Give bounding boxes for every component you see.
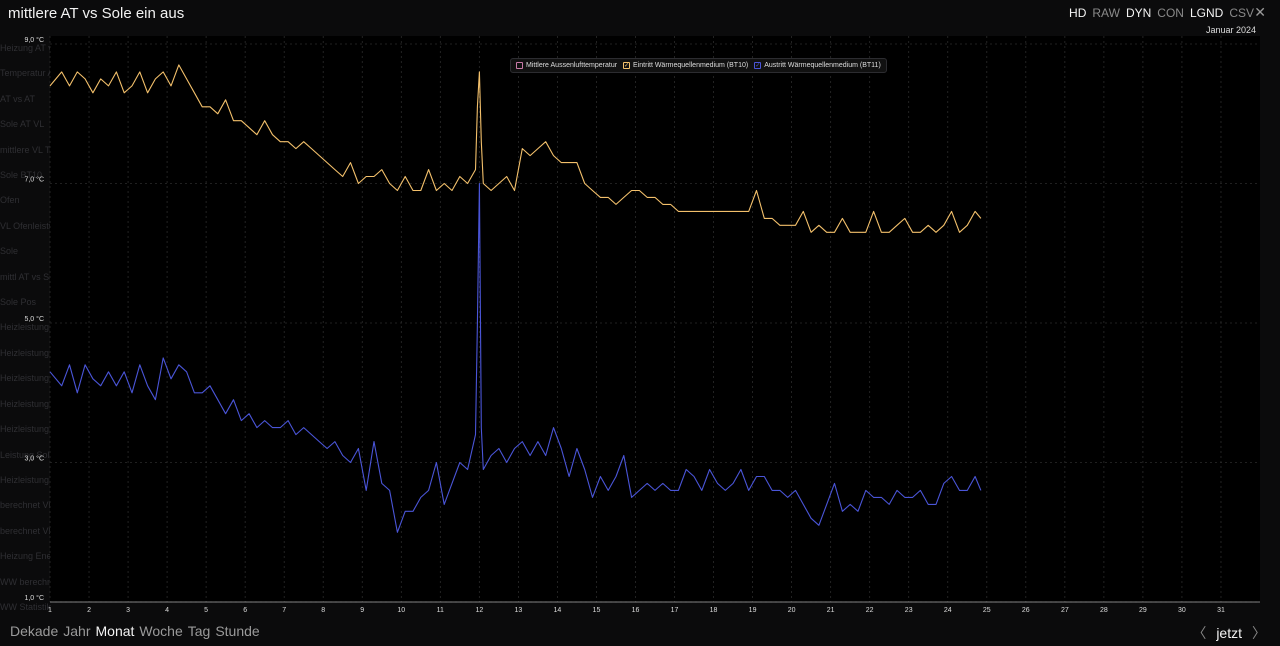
x-tick-label: 18 — [710, 607, 718, 614]
x-axis: 1 2 3 4 5 6 7 8 9 10 11 12 13 14 15 16 17 18 19 20 21 22 23 24 2… — [48, 601, 1260, 614]
x-tick-label: 30 — [1178, 607, 1186, 614]
line-chart: 9,0 °C7,0 °C5,0 °C3,0 °C1,0 °C 123456789… — [24, 36, 1260, 614]
toolbar-lgnd-button[interactable]: LGND — [1190, 6, 1223, 20]
x-tick-label: 20 — [788, 607, 796, 614]
x-tick-label: 29 — [1139, 607, 1147, 614]
x-tick-label: 25 — [983, 607, 991, 614]
range-selector: Dekade Jahr Monat Woche Tag Stunde — [10, 623, 260, 639]
range-monat-button[interactable]: Monat — [96, 623, 135, 639]
x-tick-label: 12 — [475, 607, 483, 614]
toolbar-csv-button[interactable]: CSV — [1229, 6, 1254, 20]
plot-area — [50, 36, 1260, 602]
x-tick-label: 2 — [87, 607, 91, 614]
x-tick-label: 11 — [437, 607, 444, 614]
y-axis: 9,0 °C 7,0 °C 5,0 °C 3,0 °C 1,0 °C — [24, 36, 44, 602]
legend-label: Austritt Wärmequellenmedium (BT11) — [764, 62, 881, 69]
x-tick-label: 17 — [671, 607, 679, 614]
y-tick-label: 5,0 °C — [24, 315, 44, 323]
legend-label: Eintritt Wärmequellenmedium (BT10) — [633, 62, 749, 69]
x-tick-label: 31 — [1217, 607, 1225, 614]
x-tick-label: 3 — [126, 607, 130, 614]
legend-item[interactable]: ✓ Eintritt Wärmequellenmedium (BT10) — [623, 62, 748, 69]
legend-item[interactable]: Mittlere Aussenlufttemperatur — [516, 62, 617, 69]
legend-label: Mittlere Aussenlufttemperatur — [526, 62, 618, 69]
toolbar-raw-button[interactable]: RAW — [1092, 6, 1120, 20]
period-label: Januar 2024 — [1205, 25, 1256, 35]
next-arrow-icon[interactable]: 〉 — [1252, 623, 1266, 643]
x-tick-label: 26 — [1022, 607, 1030, 614]
x-tick-label: 16 — [632, 607, 640, 614]
checkbox-checked-icon[interactable]: ✓ — [754, 62, 762, 69]
range-dekade-button[interactable]: Dekade — [10, 623, 58, 639]
x-tick-label: 15 — [593, 607, 601, 614]
close-icon[interactable]: ✕ — [1254, 4, 1266, 21]
range-jahr-button[interactable]: Jahr — [63, 623, 90, 639]
range-stunde-button[interactable]: Stunde — [215, 623, 259, 639]
x-tick-label: 9 — [360, 607, 364, 614]
x-tick-label: 8 — [321, 607, 325, 614]
x-tick-label: 28 — [1100, 607, 1108, 614]
checkbox-checked-icon[interactable]: ✓ — [623, 62, 631, 69]
x-tick-label: 6 — [243, 607, 247, 614]
range-tag-button[interactable]: Tag — [188, 623, 211, 639]
app-window: Heizung AT vs VL Temperatur AT/VL AT vs AT… — [0, 0, 1280, 646]
x-tick-label: 5 — [204, 607, 208, 614]
y-tick-label: 3,0 °C — [24, 455, 44, 463]
x-tick-label: 14 — [554, 607, 562, 614]
y-tick-label: 7,0 °C — [24, 176, 44, 184]
y-tick-label: 9,0 °C — [24, 36, 44, 44]
x-tick-label: 10 — [397, 607, 405, 614]
toolbar-con-button[interactable]: CON — [1157, 6, 1184, 20]
x-tick-label: 22 — [866, 607, 874, 614]
previous-arrow-icon[interactable]: 〈 — [1192, 623, 1206, 643]
toolbar-dyn-button[interactable]: DYN — [1126, 6, 1151, 20]
range-woche-button[interactable]: Woche — [139, 623, 182, 639]
toolbar: HD RAW DYN CON LGND CSV — [1069, 6, 1254, 20]
x-tick-label: 19 — [749, 607, 757, 614]
x-tick-label: 1 — [48, 607, 52, 614]
checkbox-empty-icon[interactable] — [516, 62, 523, 69]
x-tick-label: 24 — [944, 607, 952, 614]
x-tick-label: 13 — [514, 607, 522, 614]
legend-item[interactable]: ✓ Austritt Wärmequellenmedium (BT11) — [754, 62, 881, 69]
time-navigation: 〈 jetzt 〉 — [1192, 623, 1266, 643]
chart-title: mittlere AT vs Sole ein aus — [8, 5, 185, 22]
x-tick-label: 4 — [165, 607, 169, 614]
x-tick-label: 7 — [282, 607, 286, 614]
legend: Mittlere Aussenlufttemperatur ✓ Eintritt W… — [510, 58, 887, 73]
x-tick-label: 27 — [1061, 607, 1069, 614]
x-tick-label: 23 — [905, 607, 913, 614]
x-tick-label: 21 — [827, 607, 835, 614]
toolbar-hd-button[interactable]: HD — [1069, 6, 1086, 20]
now-button[interactable]: jetzt — [1216, 625, 1242, 641]
y-tick-label: 1,0 °C — [24, 594, 44, 602]
